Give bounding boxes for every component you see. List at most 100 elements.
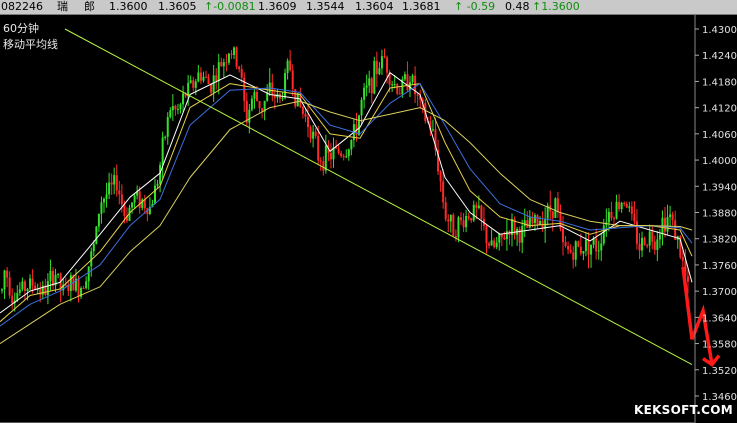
candle-body (309, 127, 312, 139)
candle-body (666, 217, 669, 232)
candle-body (329, 152, 332, 160)
candle-body (452, 214, 455, 236)
candle-body (314, 131, 317, 136)
candle-body (633, 213, 636, 222)
candle-body (521, 226, 524, 243)
candle-body (253, 91, 256, 99)
candle-body (370, 78, 373, 94)
candle-body (115, 175, 118, 191)
candle-body (477, 205, 480, 209)
candle-body (268, 82, 271, 93)
candle-body (602, 225, 605, 244)
candle-body (189, 80, 192, 83)
candle-body (131, 202, 134, 208)
candle-body (383, 56, 386, 58)
quote-value-1: 1.3600 (109, 0, 148, 13)
y-tick-label: 1.4120 (702, 104, 737, 115)
candle-body (217, 62, 220, 82)
candle-body (465, 216, 468, 228)
candle-body (77, 278, 80, 297)
candle-body (556, 198, 559, 212)
candle-body (577, 241, 580, 247)
candle-body (161, 137, 164, 165)
candle-body (375, 60, 378, 75)
candle-body (29, 278, 32, 289)
candle-body (34, 285, 37, 290)
candle-body (457, 217, 460, 238)
candle-body (536, 215, 539, 225)
candle-body (641, 237, 644, 251)
candle-body (286, 60, 289, 73)
candle-body (686, 276, 689, 282)
candle-body (347, 149, 350, 157)
candle-body (671, 214, 674, 221)
quote-value-3: 1.3609 (258, 0, 297, 13)
candle-body (648, 231, 651, 246)
candle-body (480, 205, 483, 220)
candle-body (584, 239, 587, 252)
candle-body (472, 204, 475, 221)
candle-body (569, 249, 572, 253)
candle-body (296, 92, 299, 107)
candle-body (595, 238, 598, 252)
candle-body (3, 270, 6, 290)
y-tick-label: 1.4180 (702, 77, 737, 88)
watermark: KEKSOFT.COM (633, 403, 733, 417)
candle-body (564, 242, 567, 246)
candle-body (215, 75, 218, 82)
candle-body (138, 191, 141, 208)
candle-body (526, 220, 529, 228)
candle-body (156, 183, 159, 186)
candle-body (618, 201, 621, 210)
candle-body (475, 204, 478, 209)
candle-body (100, 202, 103, 214)
candle-body (182, 93, 185, 105)
candle-body (623, 202, 626, 204)
candle-body (669, 214, 672, 218)
quote-last: ↑1.3600 (532, 0, 580, 13)
candle-body (322, 161, 325, 171)
candle-body (656, 239, 659, 250)
candle-body (291, 70, 294, 90)
y-tick-label: 1.4240 (702, 51, 737, 62)
y-tick-label: 1.3760 (702, 261, 737, 272)
candle-body (92, 243, 95, 252)
candle-body (154, 185, 156, 204)
candle-body (192, 80, 195, 88)
candle-body (345, 156, 348, 158)
candle-body (250, 98, 253, 110)
candle-body (87, 266, 90, 282)
candle-body (610, 211, 613, 219)
candle-body (212, 75, 215, 93)
y-tick-label: 1.3460 (702, 392, 737, 403)
y-tick-label: 1.3520 (702, 366, 737, 377)
candle-body (498, 233, 501, 243)
candle-body (312, 131, 315, 139)
candle-body (207, 77, 210, 85)
candle-body (256, 91, 258, 102)
y-tick-label: 1.3640 (702, 313, 737, 324)
candle-body (225, 62, 228, 64)
y-tick-label: 1.3940 (702, 182, 737, 193)
candle-body (528, 217, 531, 228)
candle-body (317, 135, 320, 161)
candle-body (220, 62, 223, 67)
y-tick-label: 1.4000 (702, 156, 737, 167)
candle-body (503, 237, 506, 240)
candle-body (365, 85, 368, 88)
quote-value-6: 1.3681 (402, 0, 441, 13)
candle-body (447, 219, 450, 222)
candle-body (194, 81, 197, 88)
candle-body (533, 215, 536, 224)
candle-body (8, 277, 11, 296)
candle-body (567, 245, 570, 250)
candle-body (82, 288, 85, 290)
moving-average-line-4 (0, 100, 693, 345)
candle-body (97, 213, 100, 227)
candle-body (31, 278, 34, 286)
candle-body (597, 250, 600, 252)
candle-body (620, 202, 623, 210)
candle-body (222, 62, 225, 67)
instrument-name-2: 郎 (84, 0, 95, 13)
candle-body (202, 76, 205, 81)
